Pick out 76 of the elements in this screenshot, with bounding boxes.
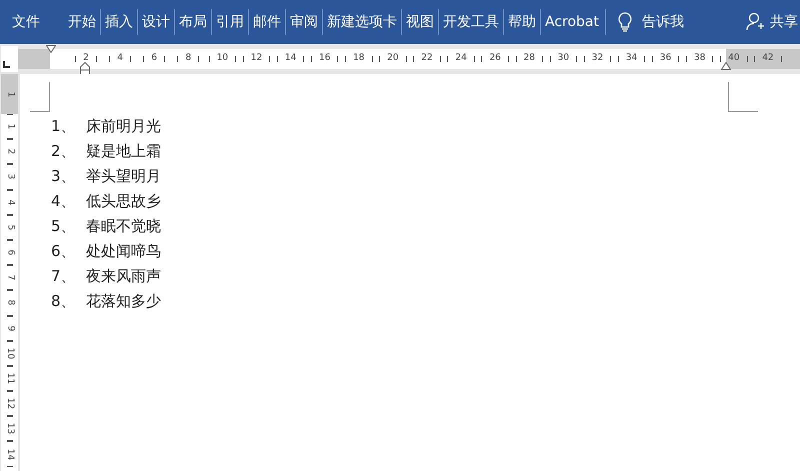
ribbon-tab[interactable]: 设计 (138, 9, 174, 35)
ruler-number: 1 (5, 124, 14, 130)
ruler-number: 28 (524, 52, 535, 66)
list-item-text: 低头思故乡 (86, 191, 161, 212)
ruler-number: 9 (5, 325, 14, 331)
list-number: 8、 (51, 291, 77, 312)
list-number: 4、 (51, 191, 77, 212)
list-item-text: 举头望明月 (86, 166, 161, 188)
ribbon-tab[interactable]: 审阅 (286, 9, 322, 35)
ruler-number: 6 (151, 52, 158, 66)
list-number: 5、 (51, 216, 77, 238)
ruler-number: 42 (762, 52, 774, 66)
ruler-number: 6 (5, 250, 14, 256)
ruler-number: 14 (5, 448, 14, 460)
ruler-number: 18 (353, 52, 365, 66)
list-number: 1、 (51, 116, 77, 138)
ruler-number: 40 (728, 52, 740, 66)
ruler-margin (18, 49, 50, 69)
share-button[interactable]: 共享 (746, 12, 798, 32)
ruler-number: 5 (5, 224, 14, 230)
list-item-text: 处处闻啼鸟 (86, 241, 161, 262)
ruler-number: 20 (387, 52, 399, 66)
ruler-number: 32 (592, 52, 604, 66)
ribbon-tab[interactable]: 邮件 (249, 9, 285, 35)
ruler-number: 11 (5, 372, 14, 384)
ruler-number: 22 (421, 52, 433, 66)
list-item-text: 床前明月光 (86, 116, 161, 138)
list-item-text: 花落知多少 (86, 291, 161, 312)
margin-corner-mark (30, 82, 50, 112)
hanging-indent-marker[interactable] (80, 62, 90, 76)
lightbulb-icon (618, 12, 632, 32)
list-item-text: 春眠不觉晓 (86, 216, 161, 238)
ruler-number: 24 (455, 52, 467, 66)
ribbon-tab[interactable]: 文件 (8, 9, 44, 35)
margin-corner-mark (728, 82, 758, 112)
list-number: 3、 (51, 166, 77, 188)
ruler-number: 2 (83, 52, 89, 66)
ruler-number: 38 (694, 52, 706, 66)
ruler-number: 36 (660, 52, 672, 66)
ruler-number: 4 (117, 52, 123, 66)
left-tab-icon (3, 61, 10, 68)
ribbon-tab[interactable]: 插入 (101, 9, 137, 35)
tell-me-button[interactable]: 告诉我 (618, 12, 684, 32)
ruler-number: 14 (284, 52, 296, 66)
ruler-number: 12 (250, 52, 262, 66)
ruler-number: 16 (318, 52, 330, 66)
list-item-text: 夜来风雨声 (86, 266, 161, 288)
ribbon-tab[interactable]: 帮助 (504, 9, 540, 35)
ruler-number: 3 (5, 174, 14, 180)
ruler-number: 4 (5, 199, 14, 206)
right-indent-marker[interactable] (721, 62, 731, 70)
ruler-number: 8 (5, 300, 14, 306)
ruler-number: 30 (558, 52, 570, 66)
ruler-number: 12 (5, 398, 14, 410)
ruler-number: 1 (5, 91, 14, 97)
ruler-number: 7 (5, 274, 14, 281)
ribbon-tab[interactable]: 开发工具 (439, 9, 503, 35)
list-number: 6、 (51, 241, 77, 262)
ruler-number: 2 (5, 148, 14, 155)
ribbon-tab[interactable]: 视图 (402, 9, 438, 35)
ruler-number: 26 (489, 52, 501, 66)
ruler-number: 13 (5, 423, 14, 435)
ribbon-tab[interactable]: Acrobat (541, 9, 603, 35)
list-item-text: 疑是地上霜 (86, 141, 161, 162)
add-person-icon (746, 12, 764, 32)
ruler-number: 8 (185, 52, 192, 66)
ribbon-tab[interactable]: 引用 (212, 9, 248, 35)
ribbon-tab[interactable]: 开始 (64, 9, 100, 35)
list-number: 2、 (51, 141, 77, 162)
ribbon-tab[interactable]: 布局 (175, 9, 211, 35)
list-number: 7、 (51, 266, 77, 288)
ruler-number: 10 (5, 348, 14, 359)
ruler-number: 10 (216, 52, 228, 66)
tab-stop-selector[interactable] (1, 46, 18, 72)
ruler-number: 34 (626, 52, 638, 66)
ribbon-tab[interactable]: 新建选项卡 (323, 9, 401, 35)
